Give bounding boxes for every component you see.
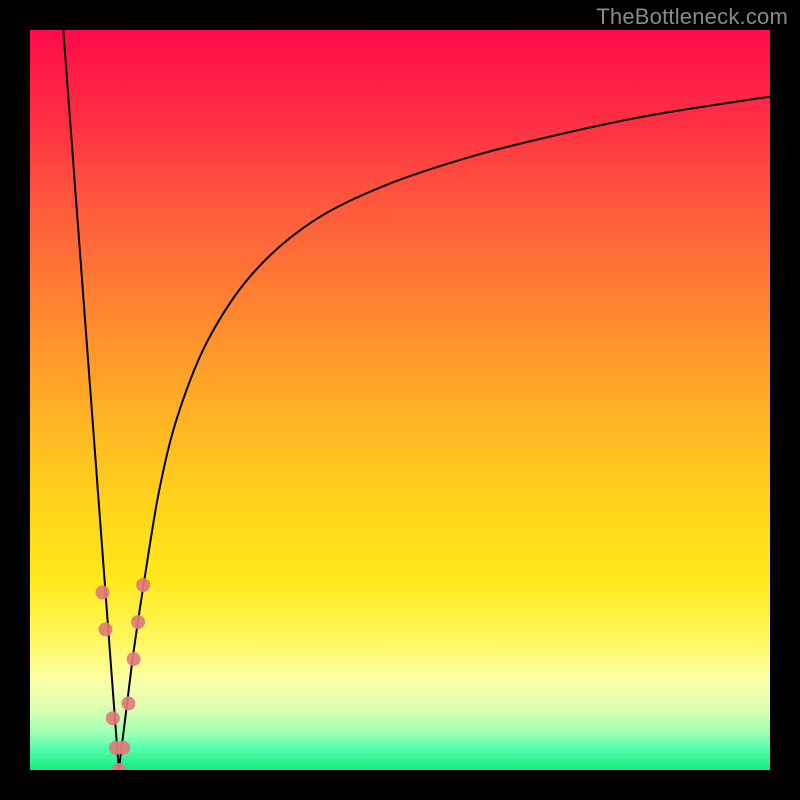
chart-frame: TheBottleneck.com (0, 0, 800, 800)
data-point (96, 585, 110, 599)
left-branch (63, 30, 119, 770)
bottleneck-curve (63, 30, 770, 770)
data-point-markers (96, 578, 151, 770)
data-point (116, 741, 130, 755)
data-point (127, 652, 141, 666)
right-branch (119, 97, 770, 770)
plot-area (30, 30, 770, 770)
data-point (98, 622, 112, 636)
data-point (121, 696, 135, 710)
watermark-text: TheBottleneck.com (596, 4, 788, 30)
data-point (112, 763, 126, 770)
data-point (131, 615, 145, 629)
data-point (106, 711, 120, 725)
data-point (136, 578, 150, 592)
curve-layer (30, 30, 770, 770)
